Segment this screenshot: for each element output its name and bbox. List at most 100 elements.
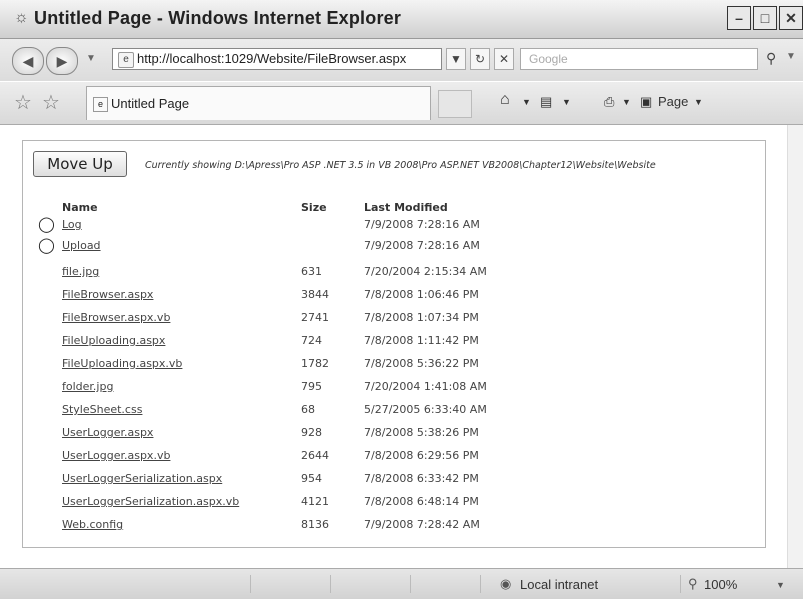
modified-cell: 7/8/2008 1:07:34 PM [364, 311, 479, 324]
stop-button[interactable]: ✕ [494, 48, 514, 70]
file-link[interactable]: Web.config [62, 518, 123, 531]
page-menu-icon[interactable]: ▣ [640, 94, 652, 110]
refresh-icon: ↻ [474, 52, 486, 66]
file-row: folder.jpg 795 7/20/2004 1:41:08 AM [23, 380, 763, 400]
print-icon[interactable]: ⎙ [604, 94, 614, 110]
security-zone-text[interactable]: Local intranet [520, 577, 598, 592]
ie-logo-icon: ☼ [14, 9, 29, 26]
vertical-scrollbar[interactable] [787, 125, 803, 568]
page-menu-button[interactable]: Page [658, 94, 688, 109]
forward-button[interactable]: ▶ [46, 47, 78, 75]
file-link[interactable]: StyleSheet.css [62, 403, 142, 416]
size-cell: 928 [301, 426, 322, 439]
file-link[interactable]: UserLogger.aspx.vb [62, 449, 170, 462]
address-toolbar: ◀ ▶ ▼ e http://localhost:1029/Website/Fi… [0, 39, 803, 81]
home-icon[interactable]: ⌂ [500, 91, 510, 109]
search-input[interactable]: Google [520, 48, 758, 70]
zoom-icon: ⚲ [688, 576, 698, 591]
modified-cell: 7/8/2008 6:29:56 PM [364, 449, 479, 462]
folder-link[interactable]: Upload [62, 239, 101, 252]
file-row: FileBrowser.aspx 3844 7/8/2008 1:06:46 P… [23, 288, 763, 308]
address-dropdown-button[interactable]: ▼ [446, 48, 466, 70]
minimize-button[interactable]: – [727, 6, 751, 30]
tab-label: Untitled Page [111, 96, 190, 111]
file-link[interactable]: folder.jpg [62, 380, 113, 393]
feeds-icon[interactable]: ▤ [540, 94, 552, 110]
folder-row: ◯ Upload 7/9/2008 7:28:16 AM [23, 236, 763, 259]
status-divider [250, 575, 251, 593]
new-tab-button[interactable] [438, 90, 472, 118]
file-browser-panel: Move Up Currently showing D:\Apress\Pro … [22, 140, 766, 548]
size-cell: 68 [301, 403, 315, 416]
file-link[interactable]: FileBrowser.aspx.vb [62, 311, 170, 324]
address-url: http://localhost:1029/Website/FileBrowse… [137, 51, 407, 66]
size-cell: 3844 [301, 288, 329, 301]
home-dropdown-icon[interactable]: ▼ [522, 97, 531, 107]
tab-untitled-page[interactable]: e Untitled Page [86, 86, 431, 120]
size-cell: 8136 [301, 518, 329, 531]
history-dropdown-icon[interactable]: ▼ [86, 53, 96, 64]
folder-row: ◯ Log 7/9/2008 7:28:16 AM [23, 215, 763, 238]
close-button[interactable]: ✕ [779, 6, 803, 30]
maximize-button[interactable]: □ [753, 6, 777, 30]
folder-link[interactable]: Log [62, 218, 82, 231]
current-path-text: Currently showing D:\Apress\Pro ASP .NET… [145, 160, 656, 171]
file-row: StyleSheet.css 68 5/27/2005 6:33:40 AM [23, 403, 763, 423]
zoom-level[interactable]: 100% [704, 577, 737, 592]
modified-cell: 7/9/2008 7:28:42 AM [364, 518, 480, 531]
size-cell: 954 [301, 472, 322, 485]
modified-cell: 7/20/2004 1:41:08 AM [364, 380, 487, 393]
file-link[interactable]: UserLogger.aspx [62, 426, 153, 439]
page-icon: e [118, 52, 134, 68]
modified-cell: 7/8/2008 1:06:46 PM [364, 288, 479, 301]
status-bar: ◉ Local intranet ⚲ 100% ▼ [0, 568, 803, 599]
file-row: UserLoggerSerialization.aspx.vb 4121 7/8… [23, 495, 763, 515]
forward-arrow-icon: ▶ [56, 52, 68, 69]
refresh-button[interactable]: ↻ [470, 48, 490, 70]
file-link[interactable]: UserLoggerSerialization.aspx [62, 472, 222, 485]
stop-icon: ✕ [498, 52, 510, 66]
back-button[interactable]: ◀ [12, 47, 44, 75]
zoom-dropdown-icon[interactable]: ▼ [776, 580, 785, 590]
modified-cell: 7/9/2008 7:28:16 AM [364, 218, 480, 231]
print-dropdown-icon[interactable]: ▼ [622, 97, 631, 107]
file-row: UserLoggerSerialization.aspx 954 7/8/200… [23, 472, 763, 492]
file-link[interactable]: file.jpg [62, 265, 99, 278]
tab-bar: ☆ ☆ e Untitled Page ⌂ ▼ ▤ ▼ ⎙ ▼ ▣ Page ▼ [0, 82, 803, 125]
modified-cell: 7/20/2004 2:15:34 AM [364, 265, 487, 278]
back-arrow-icon: ◀ [22, 52, 34, 69]
favorites-star-icon[interactable]: ☆ [14, 90, 32, 115]
status-divider [410, 575, 411, 593]
search-icon[interactable]: ⚲ [766, 50, 776, 67]
folder-icon: ◯ [38, 215, 55, 233]
page-content: Move Up Currently showing D:\Apress\Pro … [10, 125, 787, 568]
file-row: FileUploading.aspx 724 7/8/2008 1:11:42 … [23, 334, 763, 354]
size-cell: 795 [301, 380, 322, 393]
size-cell: 631 [301, 265, 322, 278]
file-link[interactable]: FileBrowser.aspx [62, 288, 153, 301]
folder-icon: ◯ [38, 236, 55, 254]
file-link[interactable]: FileUploading.aspx [62, 334, 165, 347]
chevron-down-icon: ▼ [450, 52, 462, 66]
column-header-modified: Last Modified [364, 201, 448, 214]
intranet-globe-icon: ◉ [500, 576, 512, 591]
title-bar: ☼ Untitled Page - Windows Internet Explo… [0, 0, 803, 39]
status-divider [680, 575, 681, 593]
tab-page-icon: e [93, 97, 108, 112]
size-cell: 2644 [301, 449, 329, 462]
move-up-button[interactable]: Move Up [33, 151, 127, 177]
size-cell: 1782 [301, 357, 329, 370]
page-menu-dropdown-icon[interactable]: ▼ [694, 97, 703, 107]
column-header-name: Name [62, 201, 98, 214]
file-link[interactable]: UserLoggerSerialization.aspx.vb [62, 495, 239, 508]
address-field[interactable]: e http://localhost:1029/Website/FileBrow… [112, 48, 442, 70]
file-row: Web.config 8136 7/9/2008 7:28:42 AM [23, 518, 763, 538]
search-options-icon[interactable]: ▼ [786, 51, 796, 62]
search-placeholder: Google [529, 52, 568, 66]
feeds-dropdown-icon[interactable]: ▼ [562, 97, 571, 107]
file-row: FileUploading.aspx.vb 1782 7/8/2008 5:36… [23, 357, 763, 377]
add-favorites-icon[interactable]: ☆ [42, 90, 60, 115]
file-row: FileBrowser.aspx.vb 2741 7/8/2008 1:07:3… [23, 311, 763, 331]
modified-cell: 5/27/2005 6:33:40 AM [364, 403, 487, 416]
file-link[interactable]: FileUploading.aspx.vb [62, 357, 182, 370]
